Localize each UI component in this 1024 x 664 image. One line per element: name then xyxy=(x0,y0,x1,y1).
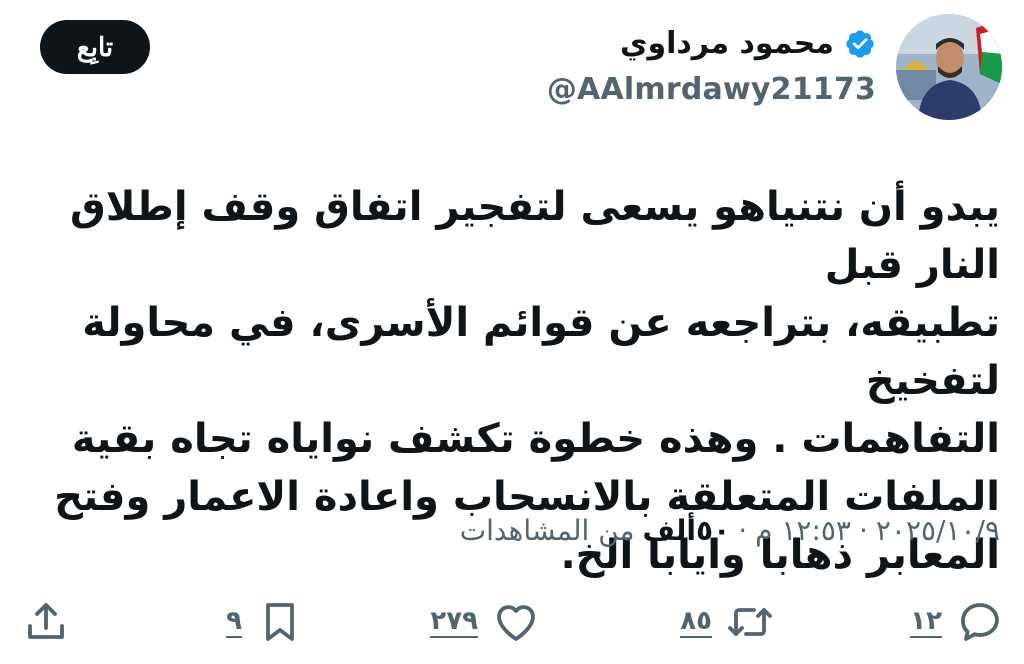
follow-button[interactable]: تابِع xyxy=(40,20,150,74)
verified-badge-icon[interactable] xyxy=(844,28,876,60)
views-count: ٥٠ألف xyxy=(642,514,731,547)
reply-icon xyxy=(956,598,1004,646)
avatar[interactable] xyxy=(896,14,1002,120)
author-display-name[interactable]: محمود مرداوي xyxy=(620,26,834,61)
meta-separator: · xyxy=(858,514,868,547)
share-icon xyxy=(22,598,70,646)
author-handle[interactable]: @AAlmrdawy21173 xyxy=(547,72,876,107)
share-button[interactable] xyxy=(22,592,70,652)
heart-icon xyxy=(492,598,540,646)
bookmark-icon xyxy=(256,598,304,646)
like-count: ٢٧٩ xyxy=(430,606,478,638)
action-bar: ١٢ ٨٥ ٢٧٩ ٩ xyxy=(0,592,1024,652)
retweet-count: ٨٥ xyxy=(680,606,712,638)
author-name-row: محمود مرداوي xyxy=(620,26,876,61)
reply-count: ١٢ xyxy=(910,606,942,638)
like-button[interactable]: ٢٧٩ xyxy=(430,592,540,652)
avatar-image xyxy=(896,14,1002,120)
meta-separator-2: · xyxy=(738,514,748,547)
views-label: من المشاهدات xyxy=(459,514,635,547)
retweet-button[interactable]: ٨٥ xyxy=(680,592,774,652)
retweet-icon xyxy=(726,598,774,646)
bookmark-count: ٩ xyxy=(226,606,242,638)
tweet-meta: ٢٠٢٥/١٠/٩ · ١٢:٥٣ م · ٥٠ألف من المشاهدات xyxy=(460,514,1000,547)
tweet-date[interactable]: ٢٠٢٥/١٠/٩ xyxy=(876,514,1000,547)
reply-button[interactable]: ١٢ xyxy=(910,592,1004,652)
tweet-time[interactable]: ١٢:٥٣ م xyxy=(755,514,851,547)
bookmark-button[interactable]: ٩ xyxy=(226,592,304,652)
